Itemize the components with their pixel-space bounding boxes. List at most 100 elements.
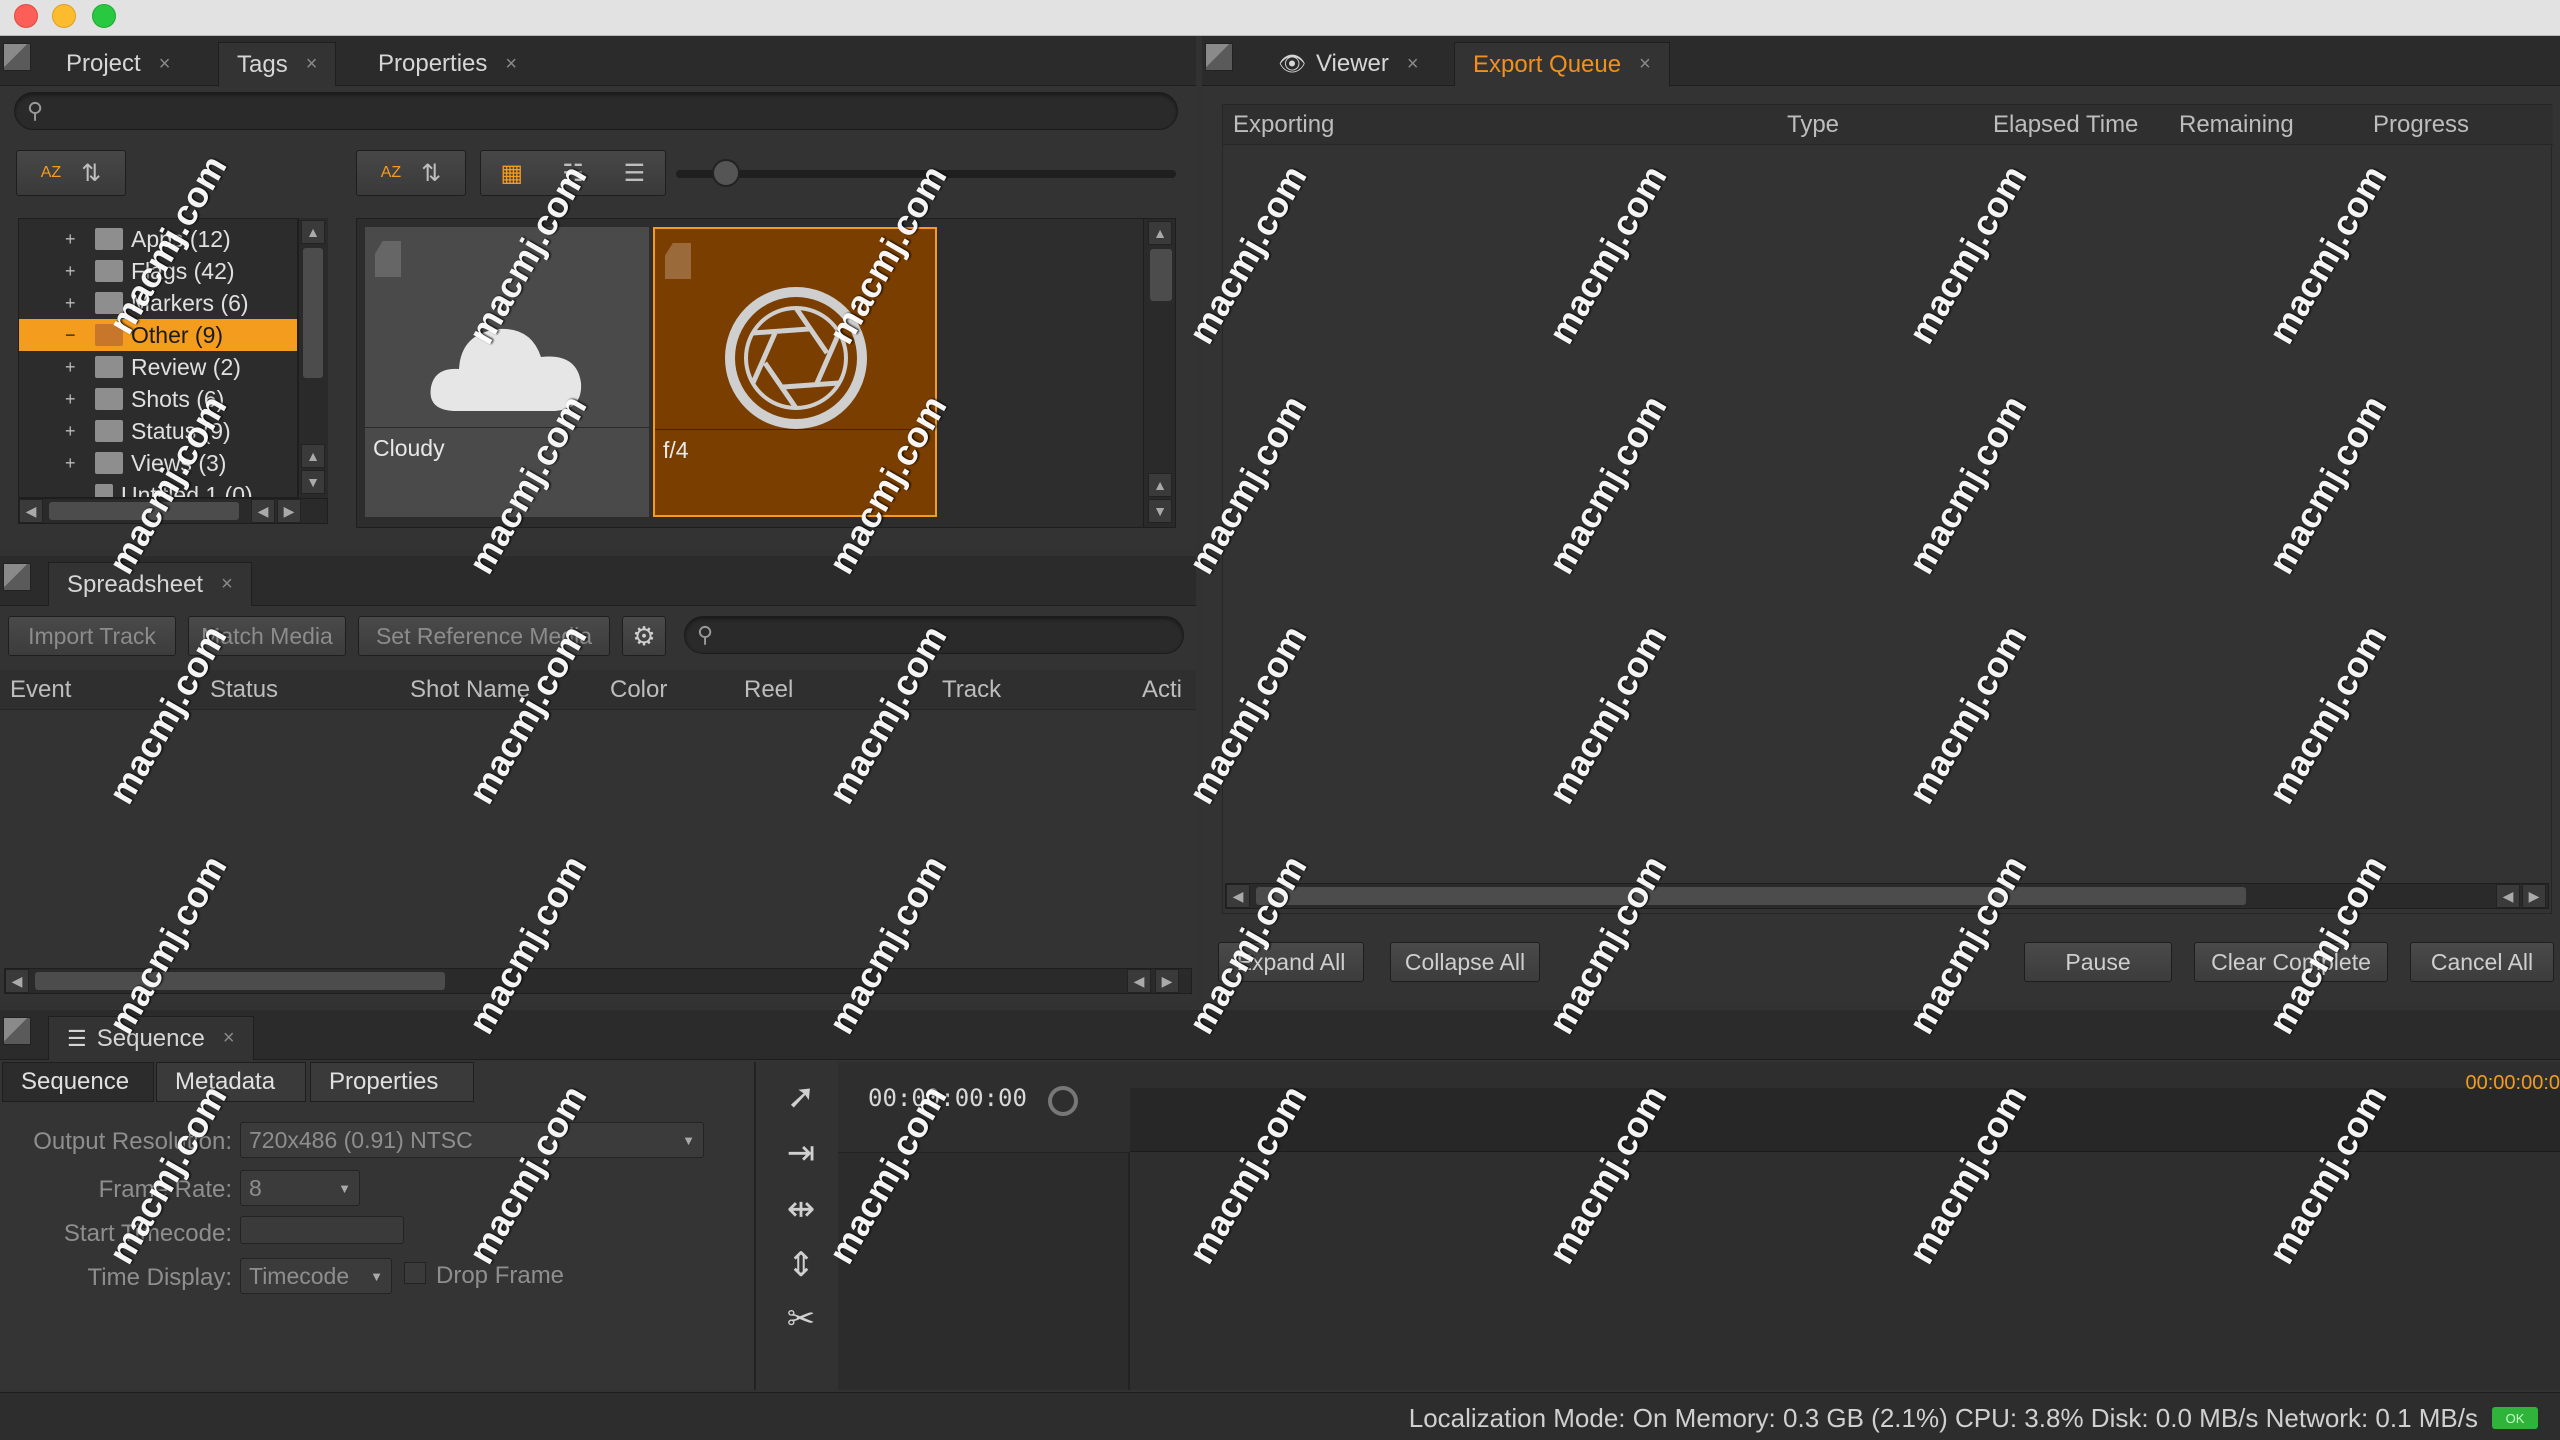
scroll-up-icon[interactable]: ▲ [1148, 221, 1172, 245]
expand-icon[interactable]: + [65, 357, 85, 378]
scroll-left-icon[interactable]: ◀ [251, 499, 275, 523]
razor-tool-icon[interactable]: ✂ [780, 1298, 822, 1340]
column-header-color[interactable]: Color [610, 670, 667, 710]
list-view-icon[interactable]: ☰ [604, 159, 665, 188]
close-icon[interactable]: × [1639, 53, 1651, 76]
timeline-ruler[interactable] [1130, 1088, 2560, 1152]
panel-menu-grip[interactable] [1205, 43, 1233, 71]
thumb-sort-az-button[interactable]: AZ ⇅ [356, 150, 466, 196]
scrollbar-thumb[interactable] [1150, 249, 1172, 301]
close-window-button[interactable] [14, 4, 38, 28]
column-header-event[interactable]: Event [10, 670, 71, 710]
column-header-elapsed-time[interactable]: Elapsed Time [1993, 105, 2138, 145]
tree-item-views[interactable]: + Views (3) [19, 447, 297, 479]
close-icon[interactable]: × [159, 53, 171, 76]
expand-icon[interactable]: + [65, 389, 85, 410]
cancel-all-button[interactable]: Cancel All [2410, 942, 2554, 982]
column-header-shot-name[interactable]: Shot Name [410, 670, 530, 710]
column-header-reel[interactable]: Reel [744, 670, 793, 710]
column-header-type[interactable]: Type [1787, 105, 1839, 145]
tab-project[interactable]: Project × [48, 42, 188, 86]
start-timecode-input[interactable] [240, 1216, 404, 1244]
scroll-right-icon[interactable]: ▶ [2522, 884, 2546, 908]
panel-menu-grip[interactable] [3, 43, 31, 71]
scroll-down-icon[interactable]: ▼ [1148, 499, 1172, 523]
set-reference-media-button[interactable]: Set Reference Media [358, 616, 610, 656]
grid-view-icon[interactable]: ▦ [481, 159, 542, 188]
close-icon[interactable]: × [223, 1027, 235, 1050]
scroll-left-icon[interactable]: ◀ [5, 969, 29, 993]
frame-rate-select[interactable]: 8 ▼ [240, 1170, 360, 1206]
scroll-up-icon[interactable]: ▲ [301, 444, 325, 468]
tab-tags[interactable]: Tags × [218, 42, 337, 86]
match-media-button[interactable]: Match Media [188, 616, 346, 656]
tree-item-review[interactable]: + Review (2) [19, 351, 297, 383]
select-tool-icon[interactable]: ➚ [780, 1076, 822, 1118]
scrollbar-thumb[interactable] [1256, 887, 2246, 905]
column-header-action[interactable]: Acti [1142, 670, 1182, 710]
collapse-all-button[interactable]: Collapse All [1390, 942, 1540, 982]
scroll-up-icon[interactable]: ▲ [1148, 473, 1172, 497]
ripple-tool-icon[interactable]: ⇹ [780, 1188, 822, 1230]
tab-export-queue[interactable]: Export Queue × [1454, 42, 1670, 86]
column-header-exporting[interactable]: Exporting [1233, 105, 1334, 145]
scrollbar-thumb[interactable] [303, 248, 323, 378]
tree-item-shots[interactable]: + Shots (6) [19, 383, 297, 415]
tree-item-other[interactable]: − Other (9) [19, 319, 297, 351]
tree-item-markers[interactable]: + Markers (6) [19, 287, 297, 319]
slip-tool-icon[interactable]: ⇕ [780, 1244, 822, 1286]
scroll-left-icon[interactable]: ◀ [1127, 969, 1151, 993]
spreadsheet-search-input[interactable]: ⚲ [684, 616, 1184, 654]
close-icon[interactable]: × [306, 53, 318, 76]
import-track-button[interactable]: Import Track [8, 616, 176, 656]
panel-menu-grip[interactable] [3, 1017, 31, 1045]
scroll-right-icon[interactable]: ▶ [277, 499, 301, 523]
close-icon[interactable]: × [505, 53, 517, 76]
subtab-properties[interactable]: Properties [310, 1062, 474, 1102]
subtab-metadata[interactable]: Metadata [156, 1062, 306, 1102]
tree-item-flags[interactable]: + Flags (42) [19, 255, 297, 287]
clear-complete-button[interactable]: Clear Complete [2194, 942, 2388, 982]
close-icon[interactable]: × [1407, 53, 1419, 76]
scroll-up-icon[interactable]: ▲ [301, 220, 325, 244]
tree-horizontal-scrollbar[interactable]: ◀ ◀ ▶ [18, 498, 328, 524]
slider-handle[interactable] [712, 159, 740, 187]
tab-spreadsheet[interactable]: Spreadsheet × [48, 562, 252, 606]
column-header-remaining[interactable]: Remaining [2179, 105, 2294, 145]
list-thumb-view-icon[interactable]: ☷ [542, 159, 603, 188]
tags-search-input[interactable]: ⚲ [14, 92, 1178, 130]
scroll-right-icon[interactable]: ▶ [1155, 969, 1179, 993]
expand-icon[interactable]: + [65, 453, 85, 474]
thumbs-vertical-scrollbar[interactable]: ▲ ▲ ▼ [1143, 219, 1175, 527]
tag-thumbnail[interactable]: Cloudy [365, 227, 649, 517]
tab-sequence[interactable]: ☰ Sequence × [48, 1016, 254, 1060]
output-resolution-select[interactable]: 720x486 (0.91) NTSC ▼ [240, 1122, 704, 1158]
time-display-select[interactable]: Timecode ▼ [240, 1258, 392, 1294]
expand-icon[interactable]: + [65, 293, 85, 314]
tree-item-untitled[interactable]: Untitled 1 (0) [19, 479, 297, 497]
export-queue-horizontal-scrollbar[interactable]: ◀ ◀ ▶ [1225, 883, 2549, 909]
thumbnail-size-slider[interactable] [676, 170, 1176, 178]
scroll-down-icon[interactable]: ▼ [301, 470, 325, 494]
sort-az-button[interactable]: AZ ⇅ [16, 150, 126, 196]
scroll-left-icon[interactable]: ◀ [2496, 884, 2520, 908]
scroll-left-icon[interactable]: ◀ [19, 499, 43, 523]
scroll-left-icon[interactable]: ◀ [1226, 884, 1250, 908]
track-select-tool-icon[interactable]: ⇥ [780, 1132, 822, 1174]
tree-vertical-scrollbar[interactable]: ▲ ▲ ▼ [298, 218, 328, 498]
column-header-progress[interactable]: Progress [2373, 105, 2469, 145]
snap-toggle-icon[interactable] [1048, 1086, 1078, 1116]
expand-icon[interactable]: + [65, 421, 85, 442]
pause-button[interactable]: Pause [2024, 942, 2172, 982]
collapse-icon[interactable]: − [65, 325, 85, 346]
scrollbar-thumb[interactable] [49, 502, 239, 520]
expand-icon[interactable]: + [65, 229, 85, 250]
panel-menu-grip[interactable] [3, 563, 31, 591]
spreadsheet-settings-button[interactable]: ⚙ [622, 616, 666, 656]
column-header-status[interactable]: Status [210, 670, 278, 710]
subtab-sequence[interactable]: Sequence [2, 1062, 154, 1102]
column-header-track[interactable]: Track [942, 670, 1001, 710]
expand-all-button[interactable]: Expand All [1218, 942, 1364, 982]
scrollbar-thumb[interactable] [35, 972, 445, 990]
expand-icon[interactable]: + [65, 261, 85, 282]
